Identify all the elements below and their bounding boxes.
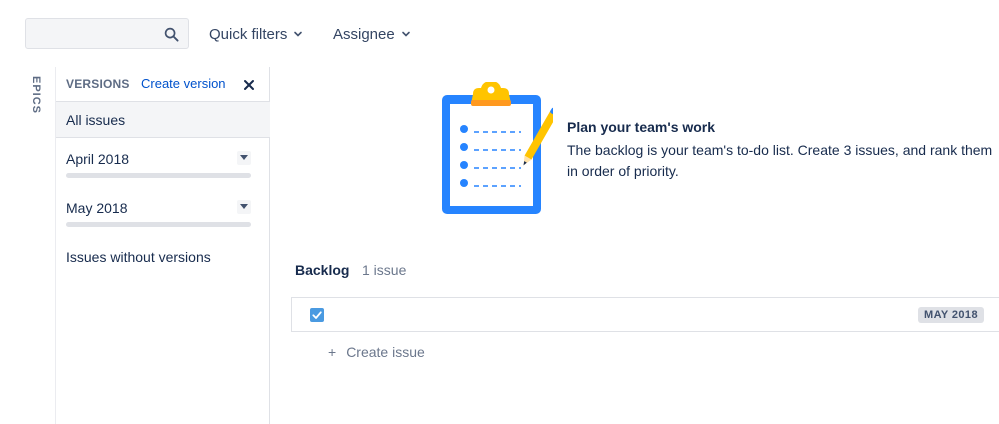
version-progress-bar — [66, 222, 251, 227]
create-issue-label: Create issue — [346, 344, 425, 360]
assignee-label: Assignee — [333, 25, 395, 43]
quick-filters-label: Quick filters — [209, 25, 288, 43]
backlog-issue-count: 1 issue — [362, 262, 407, 278]
backlog-title: Backlog — [295, 262, 350, 278]
chevron-down-icon — [401, 31, 410, 37]
caret-down-icon — [240, 204, 248, 209]
versions-panel-title: VERSIONS — [66, 77, 130, 91]
close-icon[interactable] — [243, 79, 255, 91]
epics-tab[interactable]: EPICS — [28, 76, 42, 116]
version-badge[interactable]: MAY 2018 — [918, 307, 984, 323]
quick-filters-button[interactable]: Quick filters — [209, 22, 303, 46]
version-progress-bar — [66, 173, 251, 178]
checkbox-checked-icon[interactable] — [310, 308, 324, 322]
version-dropdown-button[interactable] — [237, 200, 251, 214]
version-name: May 2018 — [66, 200, 128, 216]
versions-panel: VERSIONS Create version All issues April… — [55, 67, 270, 424]
all-issues-item[interactable]: All issues — [56, 101, 270, 138]
caret-down-icon — [240, 155, 248, 160]
versions-panel-header: VERSIONS Create version — [56, 67, 269, 101]
create-version-link[interactable]: Create version — [141, 76, 226, 91]
empty-state-title: Plan your team's work — [567, 119, 716, 135]
plus-icon: + — [328, 344, 337, 360]
issues-without-versions-item[interactable]: Issues without versions — [66, 249, 211, 265]
version-dropdown-button[interactable] — [237, 151, 251, 165]
search-icon[interactable] — [164, 27, 179, 42]
backlog-issue-row[interactable]: MAY 2018 — [291, 297, 999, 332]
version-item-april-2018[interactable]: April 2018 — [66, 151, 251, 178]
version-name: April 2018 — [66, 151, 130, 167]
assignee-filter-button[interactable]: Assignee — [333, 22, 411, 46]
version-item-may-2018[interactable]: May 2018 — [66, 200, 251, 227]
create-issue-button[interactable]: + Create issue — [328, 344, 425, 360]
empty-state-description: The backlog is your team's to-do list. C… — [567, 142, 993, 179]
clipboard-checklist-icon — [442, 82, 553, 214]
search-box[interactable] — [25, 18, 189, 49]
chevron-down-icon — [294, 31, 303, 37]
